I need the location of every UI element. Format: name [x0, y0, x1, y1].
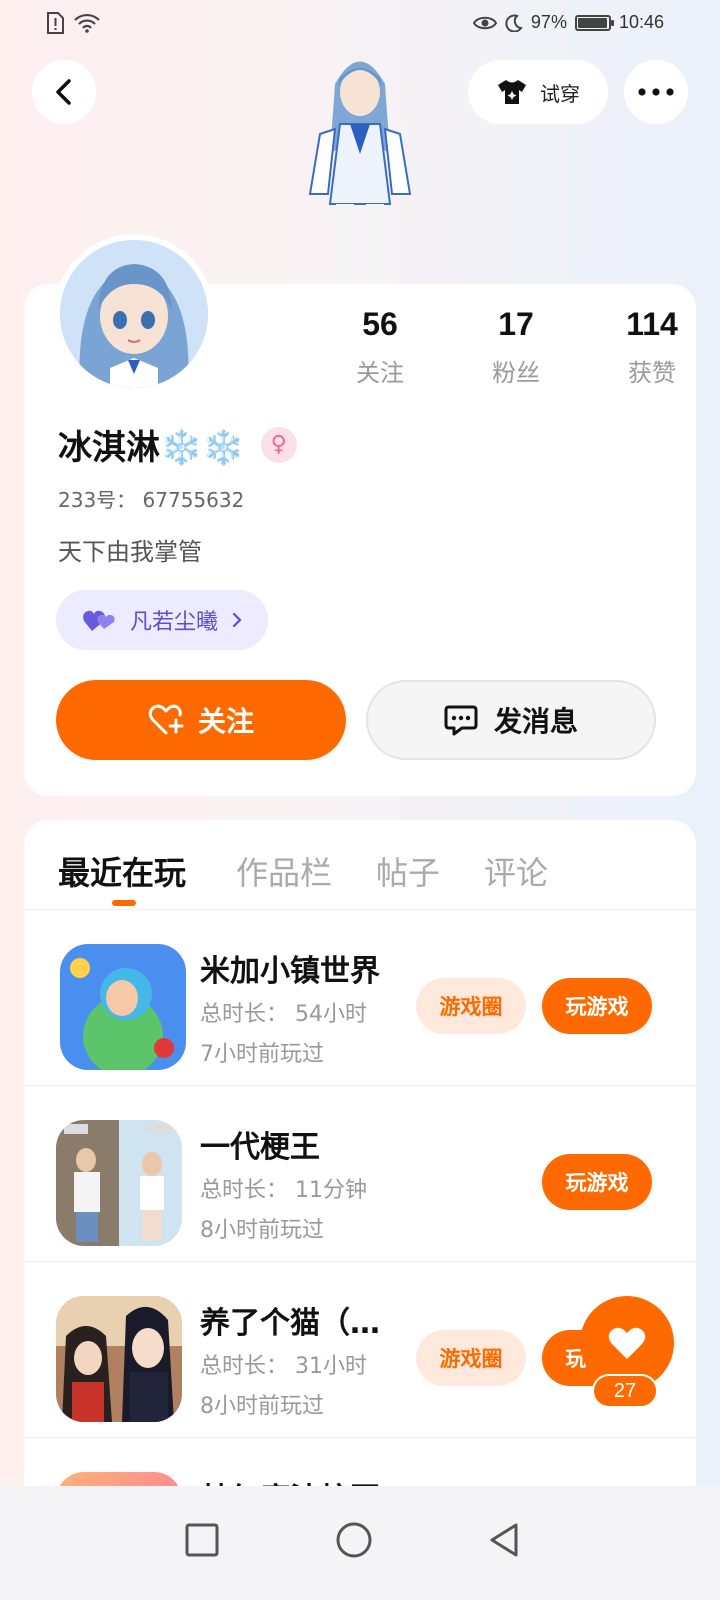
stat-label: 获赞 [628, 359, 676, 387]
heart-plus-icon [148, 704, 184, 735]
stat-label: 关注 [356, 359, 404, 387]
clock: 10:46 [618, 12, 664, 32]
stat-following[interactable]: 56 关注 [312, 306, 448, 388]
eye-icon [472, 16, 497, 29]
game-name: 一代梗王 [200, 1130, 320, 1165]
like-count-badge: 27 [592, 1374, 658, 1408]
game-last-played: 8小时前玩过 [200, 1394, 324, 1419]
system-nav-bar [0, 1486, 720, 1600]
content-card: 最近在玩 作品栏 帖子 评论 米加小镇世界 总时长： 54小时 7小时前玩过 游… [24, 820, 696, 1600]
tab-works[interactable]: 作品栏 [236, 848, 332, 894]
female-icon: ♀ [260, 426, 297, 463]
play-game-button[interactable]: 玩游戏 [542, 978, 652, 1034]
moon-icon [505, 14, 523, 32]
heart-icon [608, 1327, 646, 1359]
game-circle-button[interactable]: 游戏圈 [416, 978, 526, 1034]
game-name: 养了个猫（… [200, 1306, 380, 1341]
back-triangle-icon[interactable] [484, 1520, 524, 1560]
tab-active-indicator [112, 900, 136, 906]
game-icon [60, 944, 186, 1070]
profile-page: 97% 10:46 试穿 56 关注 17 粉丝 114 获赞 冰淇淋❄️❄️ … [0, 0, 720, 1600]
double-heart-icon [83, 610, 115, 631]
stats-row: 56 关注 17 粉丝 114 获赞 [312, 306, 720, 388]
more-button[interactable] [624, 60, 688, 124]
stat-value: 17 [498, 306, 534, 342]
game-duration: 总时长： 31小时 [200, 1354, 367, 1379]
game-icon [56, 1296, 182, 1422]
game-last-played: 8小时前玩过 [200, 1218, 324, 1243]
play-game-button[interactable]: 玩游戏 [542, 1154, 652, 1210]
battery-percent: 97% [530, 12, 567, 32]
status-bar: 97% 10:46 [0, 0, 720, 50]
game-duration: 总时长： 11分钟 [200, 1178, 367, 1203]
game-icon [56, 1120, 182, 1246]
avatar-image [60, 240, 208, 388]
group-name: 凡若尘曦 [130, 610, 219, 635]
user-bio: 天下由我掌管 [58, 538, 202, 566]
stat-label: 粉丝 [492, 359, 540, 387]
chevron-left-icon [56, 79, 71, 105]
stat-value: 114 [626, 306, 678, 342]
sim-alert-icon [47, 12, 64, 34]
follow-label: 关注 [197, 705, 254, 738]
game-last-played: 7小时前玩过 [200, 1042, 324, 1067]
avatar-model-illustration [308, 61, 412, 284]
name-row: 冰淇淋❄️❄️ ♀ [58, 420, 297, 469]
tab-bar: 最近在玩 作品栏 帖子 评论 [24, 820, 696, 910]
battery-icon [574, 14, 614, 31]
battery-fill [577, 17, 608, 28]
follow-button[interactable]: 关注 [56, 680, 346, 760]
chat-bubble-icon [444, 705, 478, 736]
chevron-right-icon [232, 612, 242, 628]
try-on-button[interactable]: 试穿 [468, 60, 608, 124]
more-dots-icon [638, 88, 674, 96]
try-on-label: 试穿 [540, 81, 580, 106]
stat-likes[interactable]: 114 获赞 [584, 306, 720, 388]
stat-value: 56 [362, 306, 398, 342]
wifi-icon [74, 13, 100, 33]
tab-recent-play[interactable]: 最近在玩 [58, 848, 186, 894]
stat-fans[interactable]: 17 粉丝 [448, 306, 584, 388]
user-id: 233号： 67755632 [58, 488, 245, 512]
tab-comments[interactable]: 评论 [484, 848, 548, 894]
home-circle-icon[interactable] [334, 1520, 374, 1560]
recents-square-icon[interactable] [182, 1520, 222, 1560]
back-button[interactable] [32, 60, 96, 124]
game-row[interactable]: 一代梗王 总时长： 11分钟 8小时前玩过 玩游戏 [24, 1086, 696, 1262]
avatar[interactable] [54, 234, 214, 394]
group-chip[interactable]: 凡若尘曦 [56, 590, 269, 650]
game-row[interactable]: 米加小镇世界 总时长： 54小时 7小时前玩过 游戏圈 玩游戏 [24, 910, 696, 1086]
game-duration: 总时长： 54小时 [200, 1002, 367, 1027]
game-circle-button[interactable]: 游戏圈 [416, 1330, 526, 1386]
tab-posts[interactable]: 帖子 [376, 848, 440, 894]
message-button[interactable]: 发消息 [366, 680, 656, 760]
tshirt-icon [498, 80, 526, 104]
game-name: 米加小镇世界 [200, 954, 380, 989]
user-name: 冰淇淋❄️❄️ [58, 428, 245, 468]
message-label: 发消息 [493, 705, 578, 738]
